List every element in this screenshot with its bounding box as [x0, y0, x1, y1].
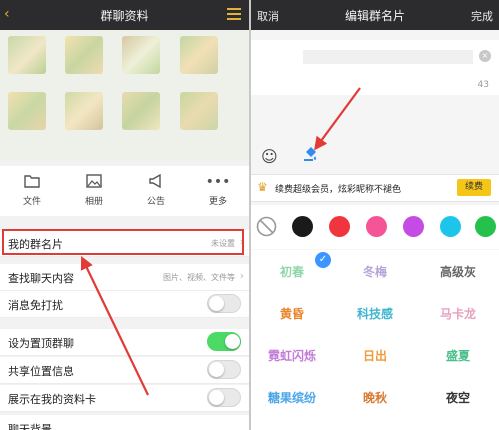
row-label: 查找聊天内容	[8, 272, 74, 285]
avatar[interactable]	[65, 36, 103, 74]
color-swatch-pink[interactable]	[366, 216, 387, 237]
left-title: 群聊资料	[100, 9, 149, 23]
menu-icon[interactable]	[227, 8, 241, 20]
row-label: 共享位置信息	[8, 365, 74, 378]
screenshot: ‹ 群聊资料 文件 相册 公告 ••• 更多 我的群名片 未设置 › 查找聊天内…	[0, 0, 499, 430]
style-option[interactable]: 日出	[334, 336, 416, 376]
show-card-row: 展示在我的资料卡	[0, 385, 249, 412]
avatar[interactable]	[180, 36, 218, 74]
pin-row: 设为置顶群聊	[0, 329, 249, 356]
share-location-row: 共享位置信息	[0, 357, 249, 384]
paint-bucket-icon[interactable]	[303, 146, 319, 162]
renew-button[interactable]: 续费	[457, 179, 491, 196]
chevron-right-icon: ›	[239, 269, 244, 282]
show-card-toggle[interactable]	[207, 388, 241, 407]
style-option[interactable]: 糖果缤纷	[251, 378, 333, 418]
row-value: 图片、视频、文件等	[163, 273, 235, 282]
highlight-box	[2, 229, 244, 255]
done-button[interactable]: 完成	[471, 8, 493, 24]
avatar[interactable]	[122, 36, 160, 74]
folder-icon	[12, 174, 52, 190]
member-avatars	[0, 30, 249, 160]
style-option[interactable]: 霓虹闪烁	[251, 336, 333, 376]
announcement-label: 公告	[146, 197, 165, 207]
avatar[interactable]	[8, 36, 46, 74]
avatar[interactable]	[122, 92, 160, 130]
image-icon	[74, 174, 114, 190]
nickname-style-grid: ✓ 初春 冬梅 高级灰 黄昏 科技感 马卡龙 霓虹闪烁 日出 盛夏 糖果缤纷 晚…	[251, 250, 499, 430]
share-location-toggle[interactable]	[207, 360, 241, 379]
color-swatch-purple[interactable]	[403, 216, 424, 237]
edit-group-card-screen: 取消 编辑群名片 完成 × 43 ☺ ♛ 续费超级会员，炫彩昵称不褪色 续费 ✓…	[251, 0, 499, 430]
style-option[interactable]: 高级灰	[417, 252, 499, 292]
style-option[interactable]: 马卡龙	[417, 294, 499, 334]
style-option[interactable]: 晚秋	[334, 378, 416, 418]
mute-row: 消息免打扰	[0, 291, 249, 318]
megaphone-icon	[136, 173, 176, 190]
mute-toggle[interactable]	[207, 294, 241, 313]
editor-toolbar: ☺	[251, 142, 499, 172]
clear-icon[interactable]: ×	[479, 50, 491, 62]
chat-background-row[interactable]: 聊天背景	[0, 415, 249, 430]
no-color-icon[interactable]	[256, 216, 277, 237]
avatar[interactable]	[8, 92, 46, 130]
row-label: 消息免打扰	[8, 299, 63, 312]
color-swatches	[251, 205, 499, 249]
color-swatch-green[interactable]	[475, 216, 496, 237]
emoji-icon[interactable]: ☺	[261, 147, 278, 166]
album-label: 相册	[84, 197, 103, 207]
row-label: 设为置顶群聊	[8, 337, 74, 350]
avatar[interactable]	[180, 92, 218, 130]
files-button[interactable]: 文件	[12, 174, 52, 207]
color-swatch-red[interactable]	[329, 216, 350, 237]
left-header: ‹ 群聊资料	[0, 0, 249, 30]
row-label: 展示在我的资料卡	[8, 393, 96, 406]
more-button[interactable]: ••• 更多	[198, 174, 238, 207]
crown-icon: ♛	[257, 180, 268, 194]
announcement-button[interactable]: 公告	[136, 173, 176, 207]
files-label: 文件	[22, 197, 41, 207]
group-info-screen: ‹ 群聊资料 文件 相册 公告 ••• 更多 我的群名片 未设置 › 查找聊天内…	[0, 0, 249, 430]
more-icon: •••	[205, 174, 231, 190]
color-swatch-black[interactable]	[292, 216, 313, 237]
nickname-input-area: × 43	[251, 40, 499, 95]
style-option[interactable]: 黄昏	[251, 294, 333, 334]
style-option[interactable]: 冬梅	[334, 252, 416, 292]
row-label: 聊天背景	[8, 423, 52, 430]
vip-banner: ♛ 续费超级会员，炫彩昵称不褪色 续费	[251, 174, 499, 202]
nickname-input[interactable]	[303, 50, 473, 64]
color-swatch-cyan[interactable]	[440, 216, 461, 237]
style-option[interactable]: 夜空	[417, 378, 499, 418]
char-counter: 43	[477, 80, 489, 90]
style-option[interactable]: 科技感	[334, 294, 416, 334]
avatar[interactable]	[65, 92, 103, 130]
pin-toggle[interactable]	[207, 332, 241, 351]
search-chat-row[interactable]: 查找聊天内容 图片、视频、文件等 ›	[0, 264, 249, 291]
style-option[interactable]: 盛夏	[417, 336, 499, 376]
right-title: 编辑群名片	[344, 9, 405, 23]
vip-text: 续费超级会员，炫彩昵称不褪色	[275, 185, 402, 195]
album-button[interactable]: 相册	[74, 174, 114, 207]
right-header: 取消 编辑群名片 完成	[251, 0, 499, 30]
more-label: 更多	[208, 197, 227, 207]
quick-actions: 文件 相册 公告 ••• 更多	[0, 166, 249, 216]
selected-check-icon: ✓	[315, 252, 331, 268]
